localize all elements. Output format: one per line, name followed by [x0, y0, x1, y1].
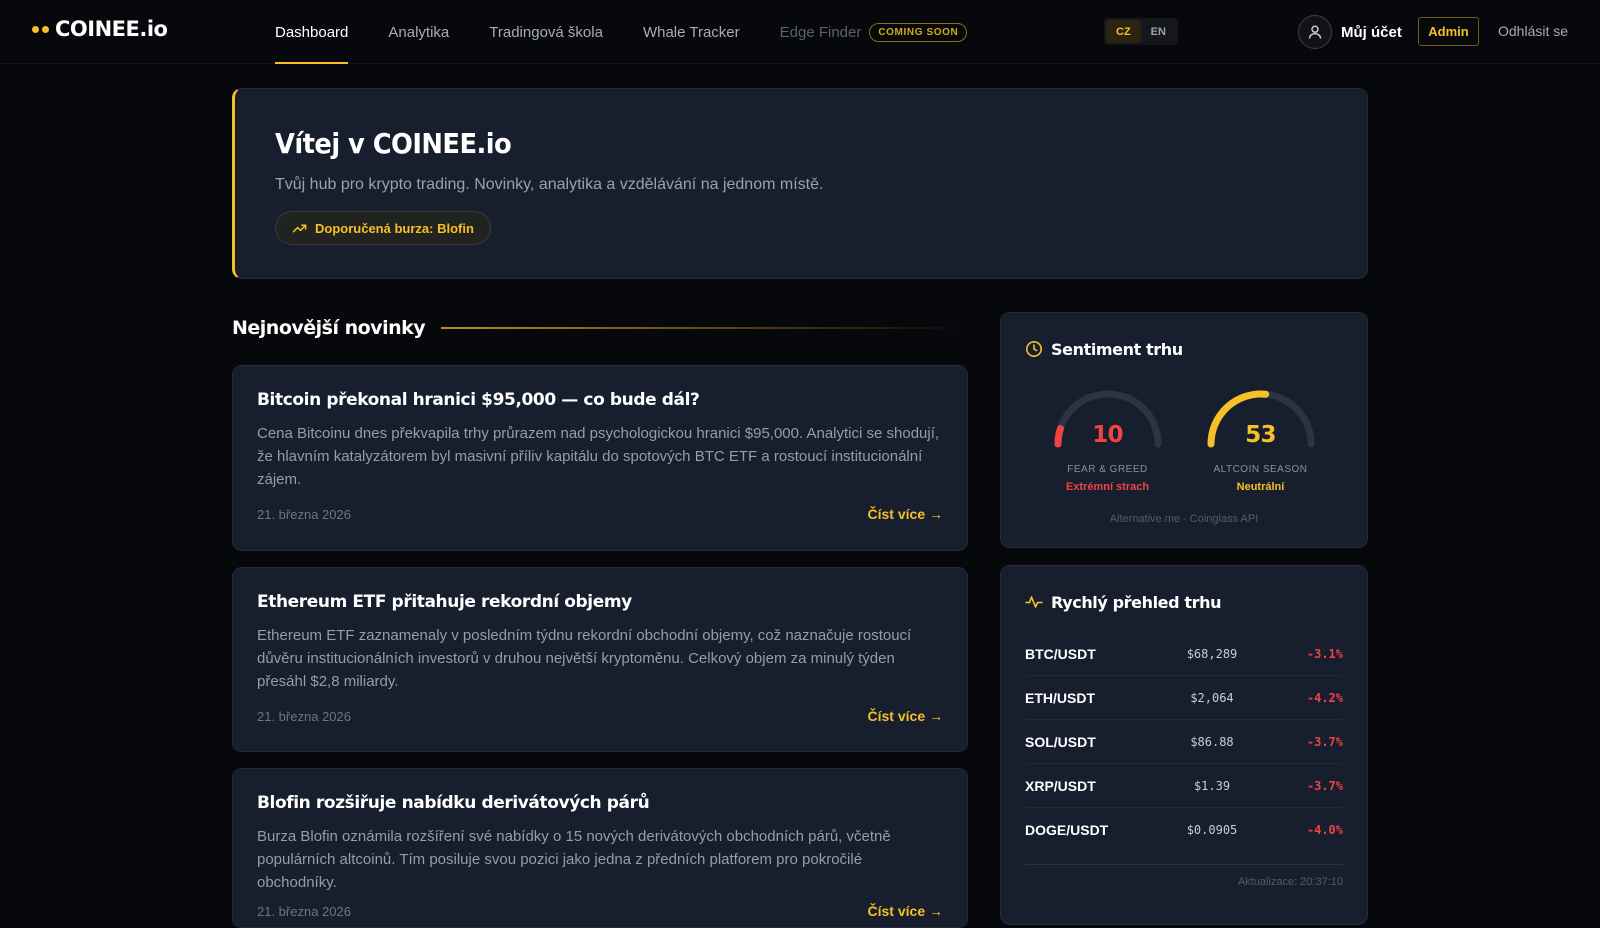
altcoin-season-status: Neutrální: [1236, 481, 1285, 493]
language-option-en[interactable]: EN: [1141, 20, 1176, 43]
news-date: 21. března 2026: [257, 903, 351, 919]
recommended-exchange-button[interactable]: Doporučená burza: Blofin: [275, 211, 491, 245]
hero-subtitle: Tvůj hub pro krypto trading. Novinky, an…: [275, 176, 824, 193]
market-updated-time: Aktualizace: 20:37:10: [1237, 876, 1343, 888]
news-date: 21. března 2026: [257, 708, 351, 724]
market-row[interactable]: SOL/USDT $86.88 -3.7%: [1025, 720, 1343, 764]
news-meta: 21. března 2026 Číst více →: [257, 506, 943, 522]
news-card: Ethereum ETF přitahuje rekordní objemy E…: [232, 567, 968, 752]
account-label: Můj účet: [1341, 23, 1402, 41]
language-option-cz[interactable]: CZ: [1106, 20, 1141, 43]
logout-link[interactable]: Odhlásit se: [1498, 23, 1568, 39]
market-pair: SOL/USDT: [1025, 733, 1096, 750]
market-row[interactable]: DOGE/USDT $0.0905 -4.0%: [1025, 808, 1343, 852]
market-change: -3.1%: [1306, 646, 1343, 661]
read-more-link[interactable]: Číst více →: [868, 708, 943, 724]
fear-greed-gauge: 10 FEAR & GREED Extrémní strach: [1033, 386, 1183, 493]
altcoin-season-label: ALTCOIN SEASON: [1213, 464, 1308, 475]
nav-item-whale-tracker[interactable]: Whale Tracker: [643, 0, 740, 64]
fear-greed-value: 10: [1092, 422, 1123, 448]
news-title[interactable]: Ethereum ETF přitahuje rekordní objemy: [257, 592, 943, 612]
hero-title: Vítej v COINEE.io: [275, 127, 512, 160]
recommended-exchange-label: Doporučená burza: Blofin: [315, 220, 474, 236]
read-more-link[interactable]: Číst více →: [868, 903, 943, 919]
market-change: -3.7%: [1306, 778, 1343, 793]
main-nav: Dashboard Analytika Tradingová škola Wha…: [275, 0, 968, 64]
market-price: $0.0905: [1186, 823, 1238, 837]
sentiment-header: Sentiment trhu: [1025, 334, 1343, 364]
market-change: -4.2%: [1306, 690, 1343, 705]
nav-item-tradingova-skola[interactable]: Tradingová škola: [489, 0, 603, 64]
activity-icon: [1025, 596, 1043, 608]
market-price: $2,064: [1190, 690, 1234, 705]
market-divider: [1025, 864, 1343, 865]
market-row[interactable]: BTC/USDT $68,289 -3.1%: [1025, 632, 1343, 676]
market-overview-panel: Rychlý přehled trhu BTC/USDT $68,289 -3.…: [1000, 565, 1368, 925]
market-pair: BTC/USDT: [1025, 645, 1096, 662]
news-body: Ethereum ETF zaznamenaly v posledním týd…: [257, 627, 912, 690]
news-meta: 21. března 2026 Číst více →: [257, 708, 943, 724]
language-switch: CZ EN: [1104, 18, 1178, 45]
sentiment-title: Sentiment trhu: [1051, 339, 1183, 359]
news-title[interactable]: Bitcoin překonal hranici $95,000 — co bu…: [257, 390, 943, 410]
news-body: Cena Bitcoinu dnes překvapila trhy průra…: [257, 425, 940, 488]
logo-text: COINEE.io: [55, 17, 168, 41]
data-sources: Alternative.me · Coinglass API: [1109, 513, 1259, 525]
news-card: Bitcoin překonal hranici $95,000 — co bu…: [232, 365, 968, 551]
nav-item-edge-finder[interactable]: Edge Finder COMING SOON: [780, 0, 968, 64]
welcome-hero: Vítej v COINEE.io Tvůj hub pro krypto tr…: [232, 88, 1368, 279]
market-change: -3.7%: [1306, 734, 1343, 749]
news-body: Burza Blofin oznámila rozšíření své nabí…: [257, 828, 891, 891]
market-row[interactable]: XRP/USDT $1.39 -3.7%: [1025, 764, 1343, 808]
logo-dots-icon: [32, 25, 49, 33]
market-change: -4.0%: [1306, 823, 1343, 837]
sentiment-panel: Sentiment trhu 10 FEAR & GREED Extrémní …: [1000, 312, 1368, 548]
market-price: $1.39: [1193, 778, 1231, 793]
coming-soon-badge: COMING SOON: [869, 22, 968, 42]
nav-item-dashboard[interactable]: Dashboard: [275, 0, 349, 64]
logo[interactable]: COINEE.io: [32, 17, 168, 41]
market-header: Rychlý přehled trhu: [1025, 587, 1343, 617]
altcoin-season-gauge: 53 ALTCOIN SEASON Neutrální: [1186, 386, 1336, 493]
nav-item-analytika[interactable]: Analytika: [388, 0, 449, 64]
trending-up-icon: [292, 223, 307, 233]
news-section-header: Nejnovější novinky: [232, 313, 968, 343]
market-price: $86.88: [1190, 734, 1234, 749]
market-row[interactable]: ETH/USDT $2,064 -4.2%: [1025, 676, 1343, 720]
top-navigation-bar: COINEE.io Dashboard Analytika Tradingová…: [0, 0, 1600, 64]
user-icon: [1298, 15, 1332, 49]
admin-button[interactable]: Admin: [1418, 17, 1479, 46]
section-divider: [441, 327, 968, 329]
market-pair: ETH/USDT: [1025, 689, 1095, 706]
news-card: Blofin rozšiřuje nabídku derivátových pá…: [232, 768, 968, 928]
news-heading: Nejnovější novinky: [232, 317, 426, 339]
account-menu[interactable]: Můj účet: [1298, 15, 1402, 49]
news-meta: 21. března 2026 Číst více →: [257, 903, 943, 919]
clock-icon: [1026, 341, 1042, 357]
news-date: 21. března 2026: [257, 506, 351, 522]
market-price: $68,289: [1186, 646, 1238, 661]
altcoin-season-value: 53: [1245, 422, 1276, 448]
fear-greed-label: FEAR & GREED: [1067, 464, 1148, 475]
read-more-link[interactable]: Číst více →: [868, 506, 943, 522]
market-pair: DOGE/USDT: [1025, 822, 1109, 838]
nav-item-edge-finder-label: Edge Finder: [779, 23, 862, 41]
market-title: Rychlý přehled trhu: [1051, 592, 1222, 612]
news-title[interactable]: Blofin rozšiřuje nabídku derivátových pá…: [257, 793, 943, 813]
sentiment-gauges: 10 FEAR & GREED Extrémní strach 53 ALTCO…: [1025, 386, 1343, 493]
fear-greed-status: Extrémní strach: [1065, 481, 1150, 493]
market-pair: XRP/USDT: [1025, 777, 1096, 794]
market-table: BTC/USDT $68,289 -3.1% ETH/USDT $2,064 -…: [1025, 632, 1343, 888]
